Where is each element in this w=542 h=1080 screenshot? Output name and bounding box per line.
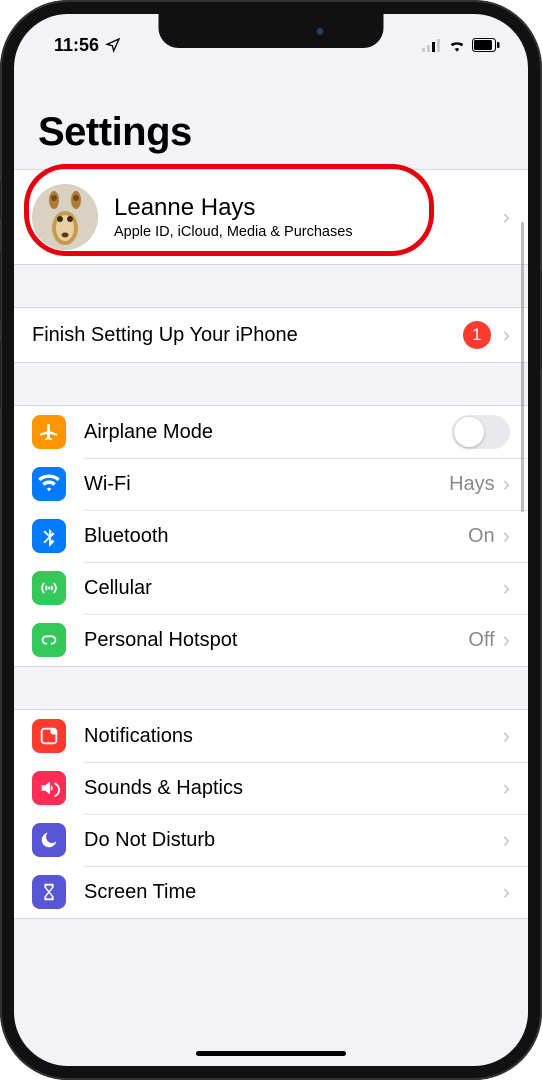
screen: 11:56 Settings bbox=[14, 14, 528, 1066]
avatar bbox=[32, 184, 98, 250]
setup-group: Finish Setting Up Your iPhone 1 › bbox=[14, 307, 528, 363]
notifications-label: Notifications bbox=[84, 725, 503, 748]
volume-up-button bbox=[0, 250, 1, 320]
airplane-mode-row[interactable]: Airplane Mode bbox=[14, 406, 528, 458]
chevron-right-icon: › bbox=[503, 827, 510, 853]
wifi-label: Wi-Fi bbox=[84, 473, 449, 496]
phone-frame: 11:56 Settings bbox=[0, 0, 542, 1080]
wifi-value: Hays bbox=[449, 473, 495, 496]
scroll-indicator bbox=[521, 222, 524, 512]
screentime-label: Screen Time bbox=[84, 881, 503, 904]
profile-name: Leanne Hays bbox=[114, 194, 353, 222]
airplane-toggle[interactable] bbox=[452, 415, 510, 449]
finish-setup-row[interactable]: Finish Setting Up Your iPhone 1 › bbox=[14, 308, 528, 362]
dnd-label: Do Not Disturb bbox=[84, 829, 503, 852]
chevron-right-icon: › bbox=[503, 204, 510, 230]
cellular-icon bbox=[32, 571, 66, 605]
cellular-label: Cellular bbox=[84, 577, 503, 600]
apple-id-row[interactable]: Leanne Hays Apple ID, iCloud, Media & Pu… bbox=[14, 170, 528, 264]
sounds-label: Sounds & Haptics bbox=[84, 777, 503, 800]
location-arrow-icon bbox=[105, 37, 121, 53]
sounds-icon bbox=[32, 771, 66, 805]
chevron-right-icon: › bbox=[503, 775, 510, 801]
bluetooth-row[interactable]: Bluetooth On › bbox=[14, 510, 528, 562]
status-time: 11:56 bbox=[54, 35, 99, 56]
notifications-group: Notifications › Sounds & Haptics › Do No… bbox=[14, 709, 528, 919]
sounds-row[interactable]: Sounds & Haptics › bbox=[14, 762, 528, 814]
notch bbox=[159, 14, 384, 48]
wifi-row[interactable]: Wi-Fi Hays › bbox=[14, 458, 528, 510]
cellular-signal-icon bbox=[422, 39, 442, 52]
screentime-row[interactable]: Screen Time › bbox=[14, 866, 528, 918]
bluetooth-label: Bluetooth bbox=[84, 525, 468, 548]
chevron-right-icon: › bbox=[503, 627, 510, 653]
hotspot-label: Personal Hotspot bbox=[84, 629, 468, 652]
bluetooth-value: On bbox=[468, 525, 495, 548]
chevron-right-icon: › bbox=[503, 575, 510, 601]
cellular-row[interactable]: Cellular › bbox=[14, 562, 528, 614]
chevron-right-icon: › bbox=[503, 879, 510, 905]
page-title: Settings bbox=[14, 62, 528, 169]
chevron-right-icon: › bbox=[503, 322, 510, 348]
profile-subtitle: Apple ID, iCloud, Media & Purchases bbox=[114, 224, 353, 240]
bluetooth-icon bbox=[32, 519, 66, 553]
hotspot-icon bbox=[32, 623, 66, 657]
chevron-right-icon: › bbox=[503, 523, 510, 549]
notifications-row[interactable]: Notifications › bbox=[14, 710, 528, 762]
network-group: Airplane Mode Wi-Fi Hays › Bluetooth On … bbox=[14, 405, 528, 667]
airplane-icon bbox=[32, 415, 66, 449]
sensor-dot bbox=[317, 28, 324, 35]
hotspot-row[interactable]: Personal Hotspot Off › bbox=[14, 614, 528, 666]
moon-icon bbox=[32, 823, 66, 857]
silence-switch bbox=[0, 180, 1, 220]
chevron-right-icon: › bbox=[503, 471, 510, 497]
hotspot-value: Off bbox=[468, 629, 494, 652]
finish-setup-label: Finish Setting Up Your iPhone bbox=[32, 324, 463, 347]
battery-icon bbox=[472, 38, 500, 52]
chevron-right-icon: › bbox=[503, 723, 510, 749]
wifi-icon bbox=[448, 38, 466, 52]
airplane-label: Airplane Mode bbox=[84, 421, 452, 444]
home-indicator[interactable] bbox=[196, 1051, 346, 1056]
notification-badge: 1 bbox=[463, 321, 491, 349]
notifications-icon bbox=[32, 719, 66, 753]
volume-down-button bbox=[0, 340, 1, 410]
dnd-row[interactable]: Do Not Disturb › bbox=[14, 814, 528, 866]
wifi-icon bbox=[32, 467, 66, 501]
hourglass-icon bbox=[32, 875, 66, 909]
profile-group: Leanne Hays Apple ID, iCloud, Media & Pu… bbox=[14, 169, 528, 265]
